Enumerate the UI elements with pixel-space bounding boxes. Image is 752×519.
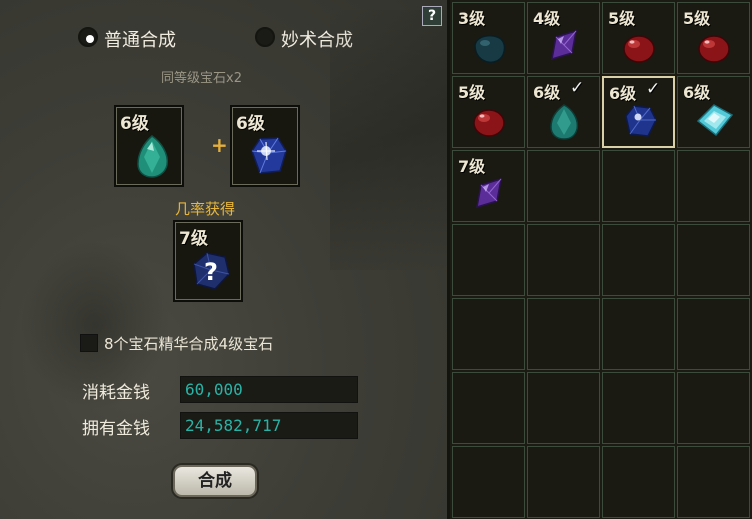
inventory-slot-empty[interactable] [527, 224, 600, 296]
dark-teal-gem-icon [467, 25, 511, 67]
teal-gem-icon [137, 135, 169, 178]
checkmark-icon: ✓ [570, 78, 585, 98]
inventory-slot[interactable]: 6级 ✓ [527, 76, 600, 148]
red-gem-icon [617, 25, 661, 67]
inventory-slot[interactable]: 6级 [677, 76, 750, 148]
teal-gem-icon [542, 99, 586, 141]
owned-money-field: 24,582,717 [180, 412, 358, 439]
inventory-slot-empty[interactable] [527, 298, 600, 370]
inventory-slot-empty[interactable] [452, 298, 525, 370]
owned-money-label: 拥有金钱 [82, 419, 150, 439]
question-mark: ? [204, 258, 218, 286]
blue-gem-icon [618, 100, 662, 142]
chance-label: 几率获得 [175, 200, 236, 218]
inventory-slot-empty[interactable] [602, 224, 675, 296]
input-slot-1[interactable]: 6级 [114, 105, 184, 187]
inventory-slot-empty[interactable] [677, 224, 750, 296]
inventory-slot[interactable]: 4级 [527, 2, 600, 74]
inventory-slot-empty[interactable] [677, 372, 750, 444]
inventory-slot-empty[interactable] [452, 446, 525, 518]
normal-synthesis-label: 普通合成 [104, 30, 176, 51]
cost-value: 60,000 [185, 380, 243, 399]
help-button[interactable]: ? [422, 6, 442, 26]
combine-button[interactable]: 合成 [173, 465, 257, 497]
inventory-slot[interactable]: 5级 [452, 76, 525, 148]
input-slot-2[interactable]: 6级 [230, 105, 300, 187]
special-synthesis-label: 妙术合成 [281, 30, 353, 51]
inventory-grid: 3级 4级 5级 5级 5级 6级 ✓ 6级 ✓ 6级 7级 [450, 0, 752, 519]
red-gem-icon [467, 99, 511, 141]
inventory-slot[interactable]: 5级 [677, 2, 750, 74]
essence-checkbox[interactable] [80, 334, 98, 352]
synthesis-panel: 普通合成 妙术合成 同等级宝石x2 6级 + 6级 几率获得 7级 ? 8个宝石… [0, 0, 450, 519]
essence-checkbox-label: 8个宝石精华合成4级宝石 [104, 335, 274, 353]
owned-money-value: 24,582,717 [185, 416, 282, 435]
cost-field: 60,000 [180, 376, 358, 403]
purple-gem-icon [542, 25, 586, 67]
red-gem-icon [692, 25, 736, 67]
inventory-slot[interactable]: 5级 [602, 2, 675, 74]
inventory-slot[interactable]: 7级 [452, 150, 525, 222]
slot-level: 6级 [120, 114, 149, 134]
inventory-slot[interactable]: 3级 [452, 2, 525, 74]
blue-gem-icon [251, 137, 287, 174]
inventory-slot-empty[interactable] [452, 372, 525, 444]
cost-label: 消耗金钱 [82, 383, 150, 403]
inventory-slot-empty[interactable] [677, 446, 750, 518]
inventory-slot[interactable]: 6级 ✓ [602, 76, 675, 148]
unknown-gem-icon: ? [193, 252, 230, 290]
slot-level: 7级 [179, 229, 208, 249]
inventory-slot-empty[interactable] [602, 446, 675, 518]
purple-gem-icon [467, 173, 511, 215]
requirement-text: 同等级宝石x2 [161, 71, 242, 86]
radio-circle[interactable] [255, 27, 275, 47]
checkmark-icon: ✓ [646, 79, 661, 99]
radio-circle[interactable] [78, 27, 98, 47]
cyan-gem-icon [692, 99, 736, 141]
radio-dot [86, 35, 94, 43]
inventory-slot-empty[interactable] [527, 150, 600, 222]
inventory-slot-empty[interactable] [452, 224, 525, 296]
plus-sign: + [211, 133, 228, 157]
inventory-slot-empty[interactable] [677, 298, 750, 370]
inventory-slot-empty[interactable] [527, 446, 600, 518]
slot-level: 6级 [236, 114, 265, 134]
inventory-slot-empty[interactable] [527, 372, 600, 444]
inventory-slot-empty[interactable] [602, 298, 675, 370]
result-slot: 7级 ? [173, 220, 243, 302]
inventory-slot-empty[interactable] [602, 372, 675, 444]
inventory-slot-empty[interactable] [677, 150, 750, 222]
inventory-slot-empty[interactable] [602, 150, 675, 222]
